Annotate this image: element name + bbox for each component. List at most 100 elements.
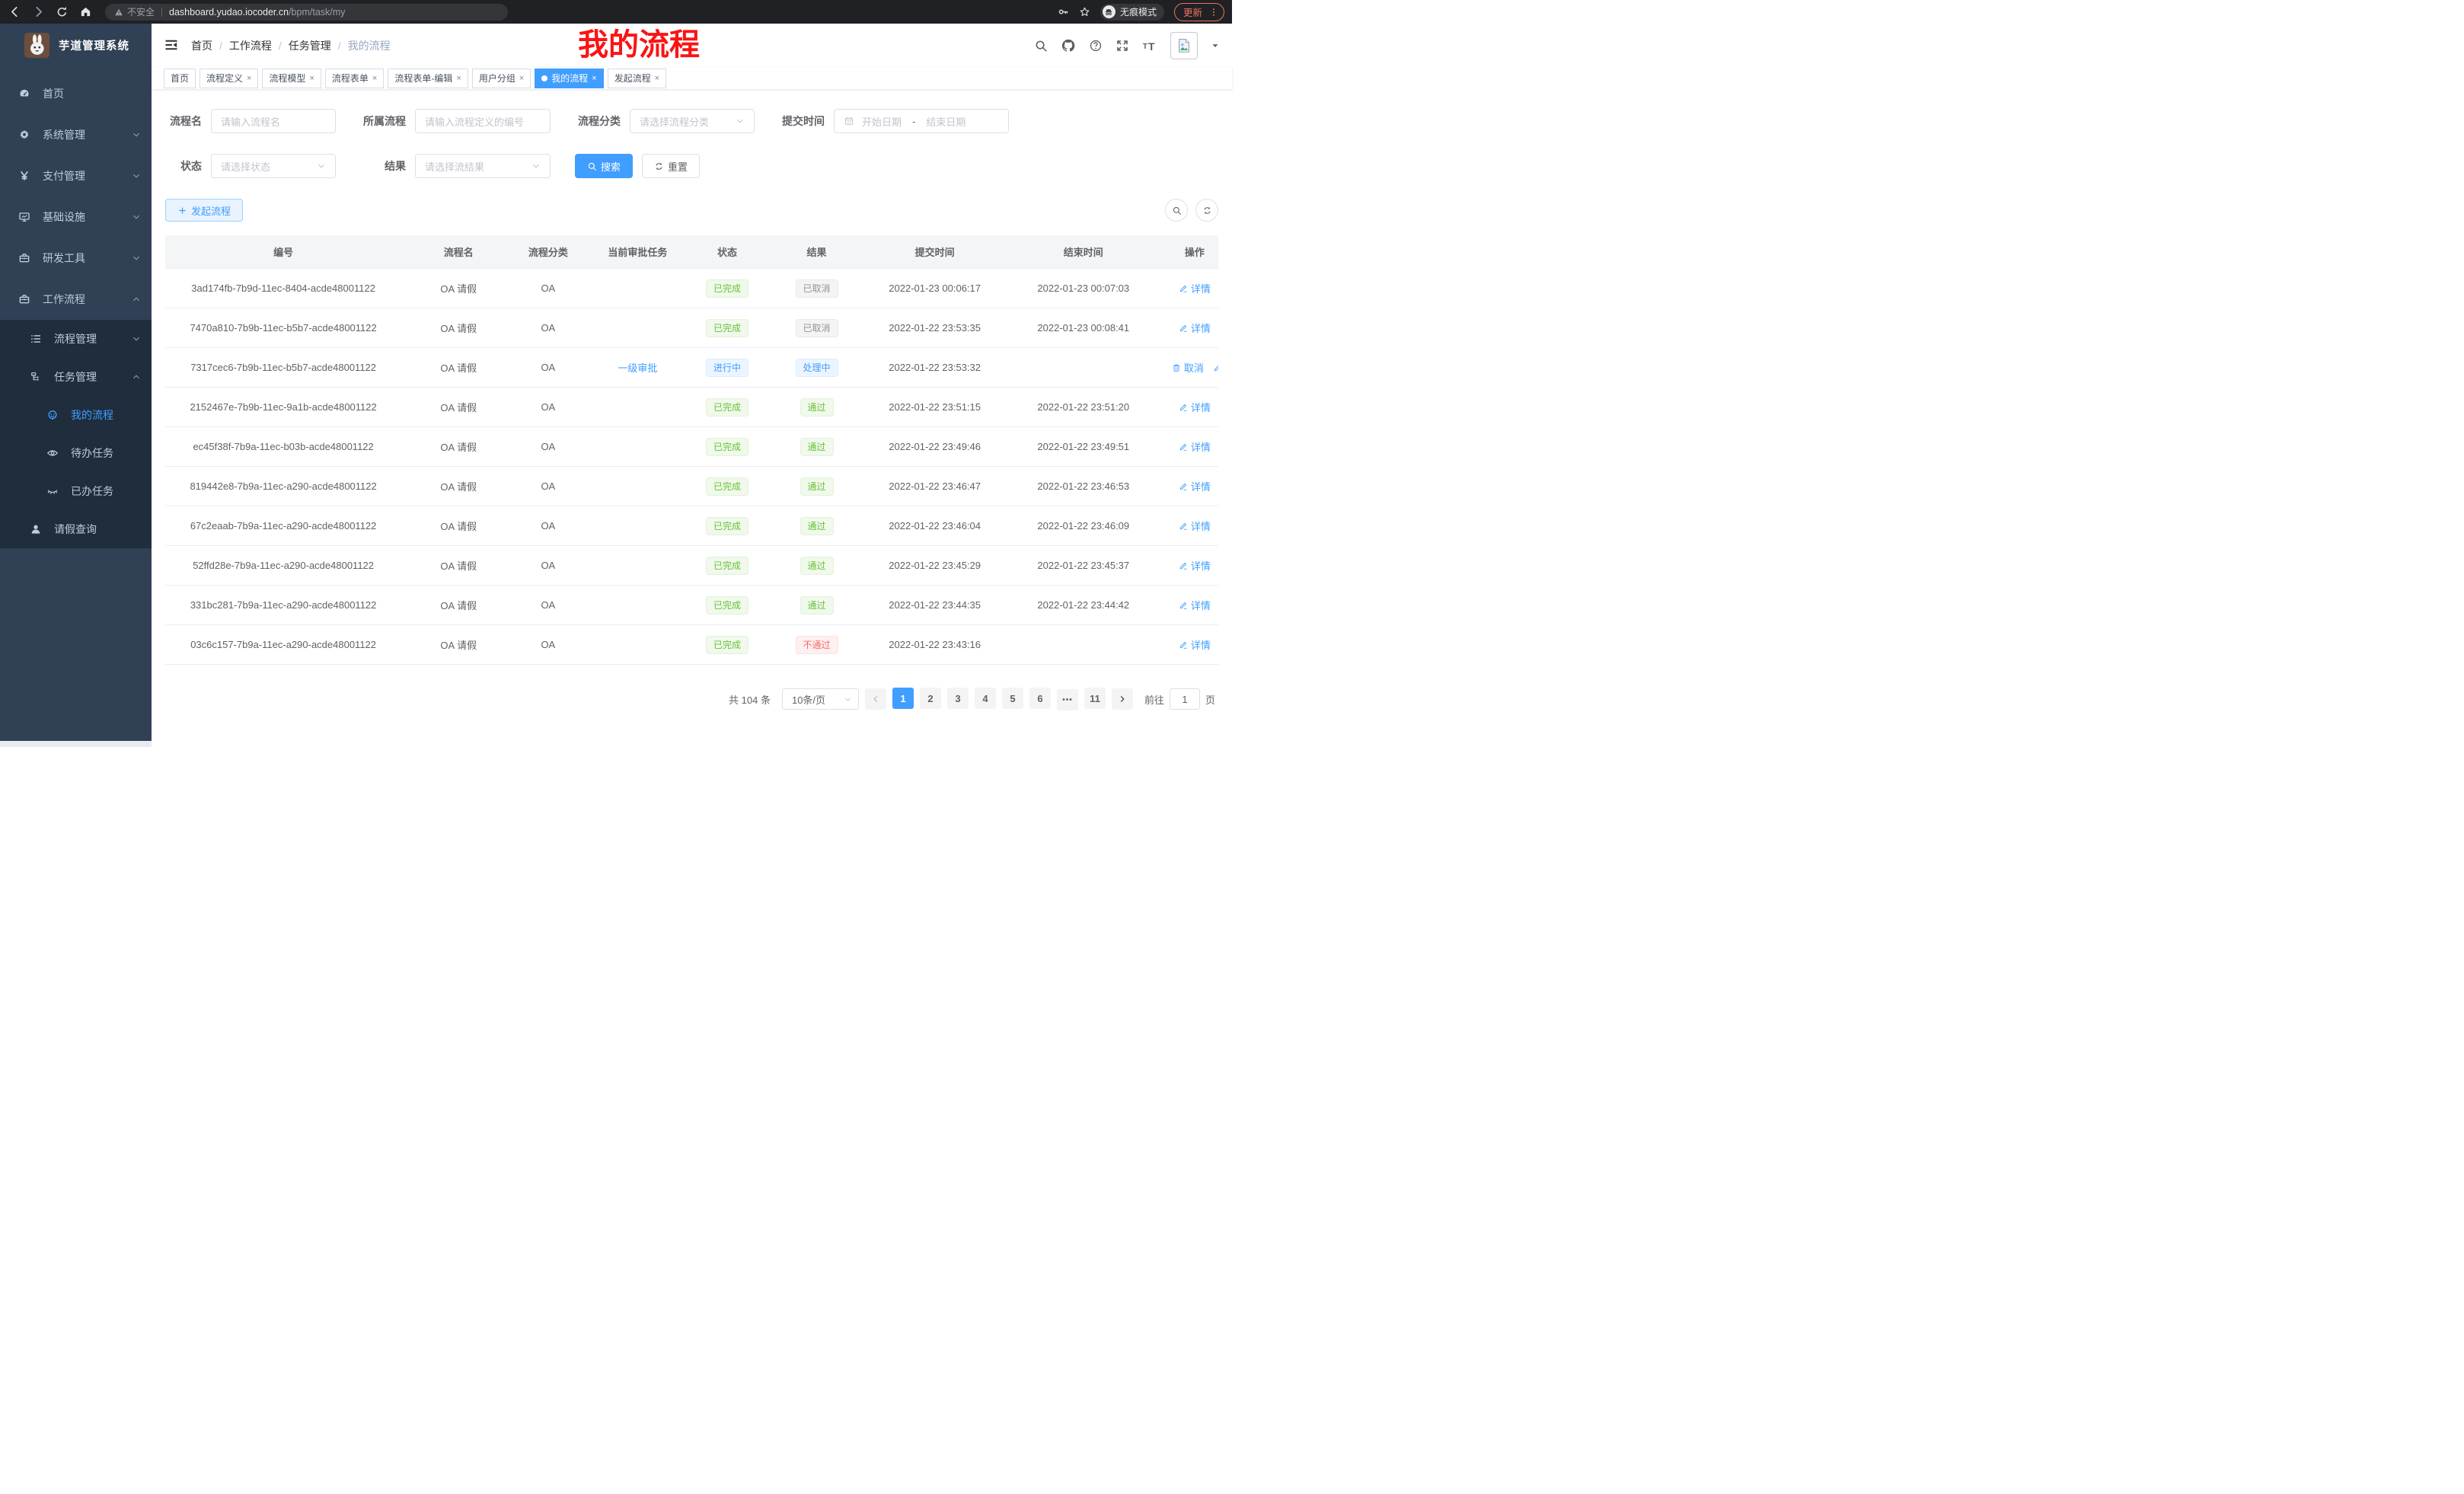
sidebar-item-task-mgmt[interactable]: 任务管理 — [0, 358, 152, 396]
breadcrumb-item[interactable]: 工作流程 — [229, 38, 272, 53]
table-refresh-button[interactable] — [1195, 199, 1218, 222]
sidebar-item-leave-query[interactable]: 请假查询 — [0, 510, 152, 548]
sidebar-item-system[interactable]: 系统管理 — [0, 114, 152, 155]
search-button[interactable]: 搜索 — [575, 154, 633, 178]
tab-start-process[interactable]: 发起流程× — [608, 69, 666, 88]
table-row: 7317cec6-7b9b-11ec-b5b7-acde48001122OA 请… — [165, 348, 1218, 388]
chevron-down-icon — [531, 161, 541, 171]
page-content: 流程名 请输入流程名 所属流程 请输入流程定义的编号 流程分类 请选择流程分类 — [152, 89, 1232, 747]
reset-button[interactable]: 重置 — [642, 154, 700, 178]
page-button-4[interactable]: 4 — [975, 688, 996, 709]
browser-reload-button[interactable] — [55, 5, 69, 19]
avatar-caret-down-icon[interactable] — [1211, 41, 1220, 50]
update-button[interactable]: 更新 — [1174, 3, 1224, 21]
start-process-button[interactable]: 发起流程 — [165, 199, 243, 222]
chevron-right-icon — [1118, 694, 1127, 704]
browser-menu-dots-icon[interactable] — [1208, 7, 1219, 18]
tab-process-model[interactable]: 流程模型× — [262, 69, 321, 88]
more-pages-button[interactable]: ••• — [1057, 689, 1078, 710]
sidebar-item-payment[interactable]: 支付管理 — [0, 155, 152, 196]
sidebar-item-home[interactable]: 首页 — [0, 73, 152, 114]
detail-button[interactable]: 详情 — [1179, 439, 1211, 454]
help-icon[interactable] — [1089, 39, 1103, 53]
browser-home-button[interactable] — [78, 5, 92, 19]
close-icon[interactable]: × — [655, 69, 659, 88]
github-icon[interactable] — [1061, 38, 1076, 53]
tab-process-definition[interactable]: 流程定义× — [199, 69, 258, 88]
prev-page-button[interactable] — [865, 688, 886, 710]
breadcrumb-item[interactable]: 任务管理 — [289, 38, 331, 53]
submit-time-range-picker[interactable]: 开始日期 - 结束日期 — [834, 109, 1009, 133]
search-icon[interactable] — [1034, 39, 1048, 53]
browser-back-button[interactable] — [8, 5, 21, 19]
result-select[interactable]: 请选择流结果 — [415, 154, 551, 178]
page-button-11[interactable]: 11 — [1084, 688, 1106, 709]
github-icon — [1061, 38, 1076, 53]
status-tag: 已完成 — [706, 398, 748, 417]
detail-button[interactable]: 详情 — [1179, 598, 1211, 612]
detail-button[interactable]: 详情 — [1179, 281, 1211, 295]
edit-icon — [1213, 363, 1218, 372]
table-row: 3ad174fb-7b9d-11ec-8404-acde48001122OA 请… — [165, 269, 1218, 308]
page-button-6[interactable]: 6 — [1029, 688, 1051, 709]
tab-my-process[interactable]: 我的流程× — [535, 69, 603, 88]
process-id: 7317cec6-7b9b-11ec-b5b7-acde48001122 — [190, 362, 376, 373]
detail-button[interactable]: 详情 — [1179, 479, 1211, 493]
tab-home[interactable]: 首页 — [164, 69, 196, 88]
page-button-1[interactable]: 1 — [892, 688, 914, 709]
detail-button[interactable]: 详情 — [1179, 321, 1211, 335]
sidebar-collapse-icon[interactable] — [164, 37, 180, 54]
home-icon — [79, 5, 92, 18]
fullscreen-icon[interactable] — [1116, 39, 1129, 53]
tab-process-form-edit[interactable]: 流程表单-编辑× — [388, 69, 468, 88]
sidebar-item-workflow[interactable]: 工作流程 — [0, 279, 152, 320]
detail-button[interactable]: 详情 — [1213, 360, 1218, 375]
next-page-button[interactable] — [1112, 688, 1133, 710]
sidebar-item-process-mgmt[interactable]: 流程管理 — [0, 320, 152, 358]
detail-button[interactable]: 详情 — [1179, 558, 1211, 573]
close-icon[interactable]: × — [247, 69, 251, 88]
key-icon[interactable] — [1058, 6, 1069, 18]
process-def-input[interactable]: 请输入流程定义的编号 — [415, 109, 551, 133]
process-name-input[interactable]: 请输入流程名 — [211, 109, 336, 133]
category-select[interactable]: 请选择流程分类 — [630, 109, 755, 133]
page-button-2[interactable]: 2 — [920, 688, 941, 709]
close-icon[interactable]: × — [519, 69, 524, 88]
goto-page-input[interactable]: 1 — [1170, 688, 1200, 710]
avatar[interactable] — [1170, 32, 1198, 59]
sidebar-logo[interactable]: 芋道管理系统 — [0, 24, 152, 67]
page-size-select[interactable]: 10条/页 — [782, 688, 859, 710]
tab-label: 发起流程 — [614, 69, 651, 88]
address-bar[interactable]: 不安全 dashboard.yudao.iocoder.cn /bpm/task… — [105, 4, 508, 21]
sidebar-item-my-process[interactable]: 我的流程 — [0, 396, 152, 434]
page-button-5[interactable]: 5 — [1002, 688, 1023, 709]
cancel-button[interactable]: 取消 — [1172, 360, 1204, 375]
detail-button[interactable]: 详情 — [1179, 400, 1211, 414]
edit-icon — [1179, 561, 1188, 570]
close-icon[interactable]: × — [592, 69, 596, 88]
chevron-right-icon — [1118, 694, 1127, 704]
detail-button[interactable]: 详情 — [1179, 637, 1211, 652]
sidebar-item-done-task[interactable]: 已办任务 — [0, 472, 152, 510]
close-icon[interactable]: × — [372, 69, 377, 88]
breadcrumb-item[interactable]: 首页 — [191, 38, 212, 53]
sidebar-item-todo-task[interactable]: 待办任务 — [0, 434, 152, 472]
close-icon[interactable]: × — [456, 69, 461, 88]
detail-button[interactable]: 详情 — [1179, 519, 1211, 533]
current-task-link[interactable]: 一级审批 — [618, 360, 657, 375]
browser-forward-button[interactable] — [31, 5, 45, 19]
search-icon — [1172, 206, 1182, 215]
table-search-toggle-button[interactable] — [1165, 199, 1188, 222]
bookmark-star-icon[interactable] — [1079, 6, 1090, 18]
tab-process-form[interactable]: 流程表单× — [325, 69, 384, 88]
close-icon[interactable]: × — [309, 69, 314, 88]
breadcrumb-item: 我的流程 — [348, 38, 391, 53]
font-size-icon[interactable]: TT — [1142, 38, 1157, 53]
chevron-down-icon — [736, 117, 745, 126]
sidebar-item-dev-tools[interactable]: 研发工具 — [0, 238, 152, 279]
tab-label: 我的流程 — [551, 69, 588, 88]
status-select[interactable]: 请选择状态 — [211, 154, 336, 178]
tab-user-group[interactable]: 用户分组× — [472, 69, 531, 88]
page-button-3[interactable]: 3 — [947, 688, 969, 709]
sidebar-item-infrastructure[interactable]: 基础设施 — [0, 196, 152, 238]
